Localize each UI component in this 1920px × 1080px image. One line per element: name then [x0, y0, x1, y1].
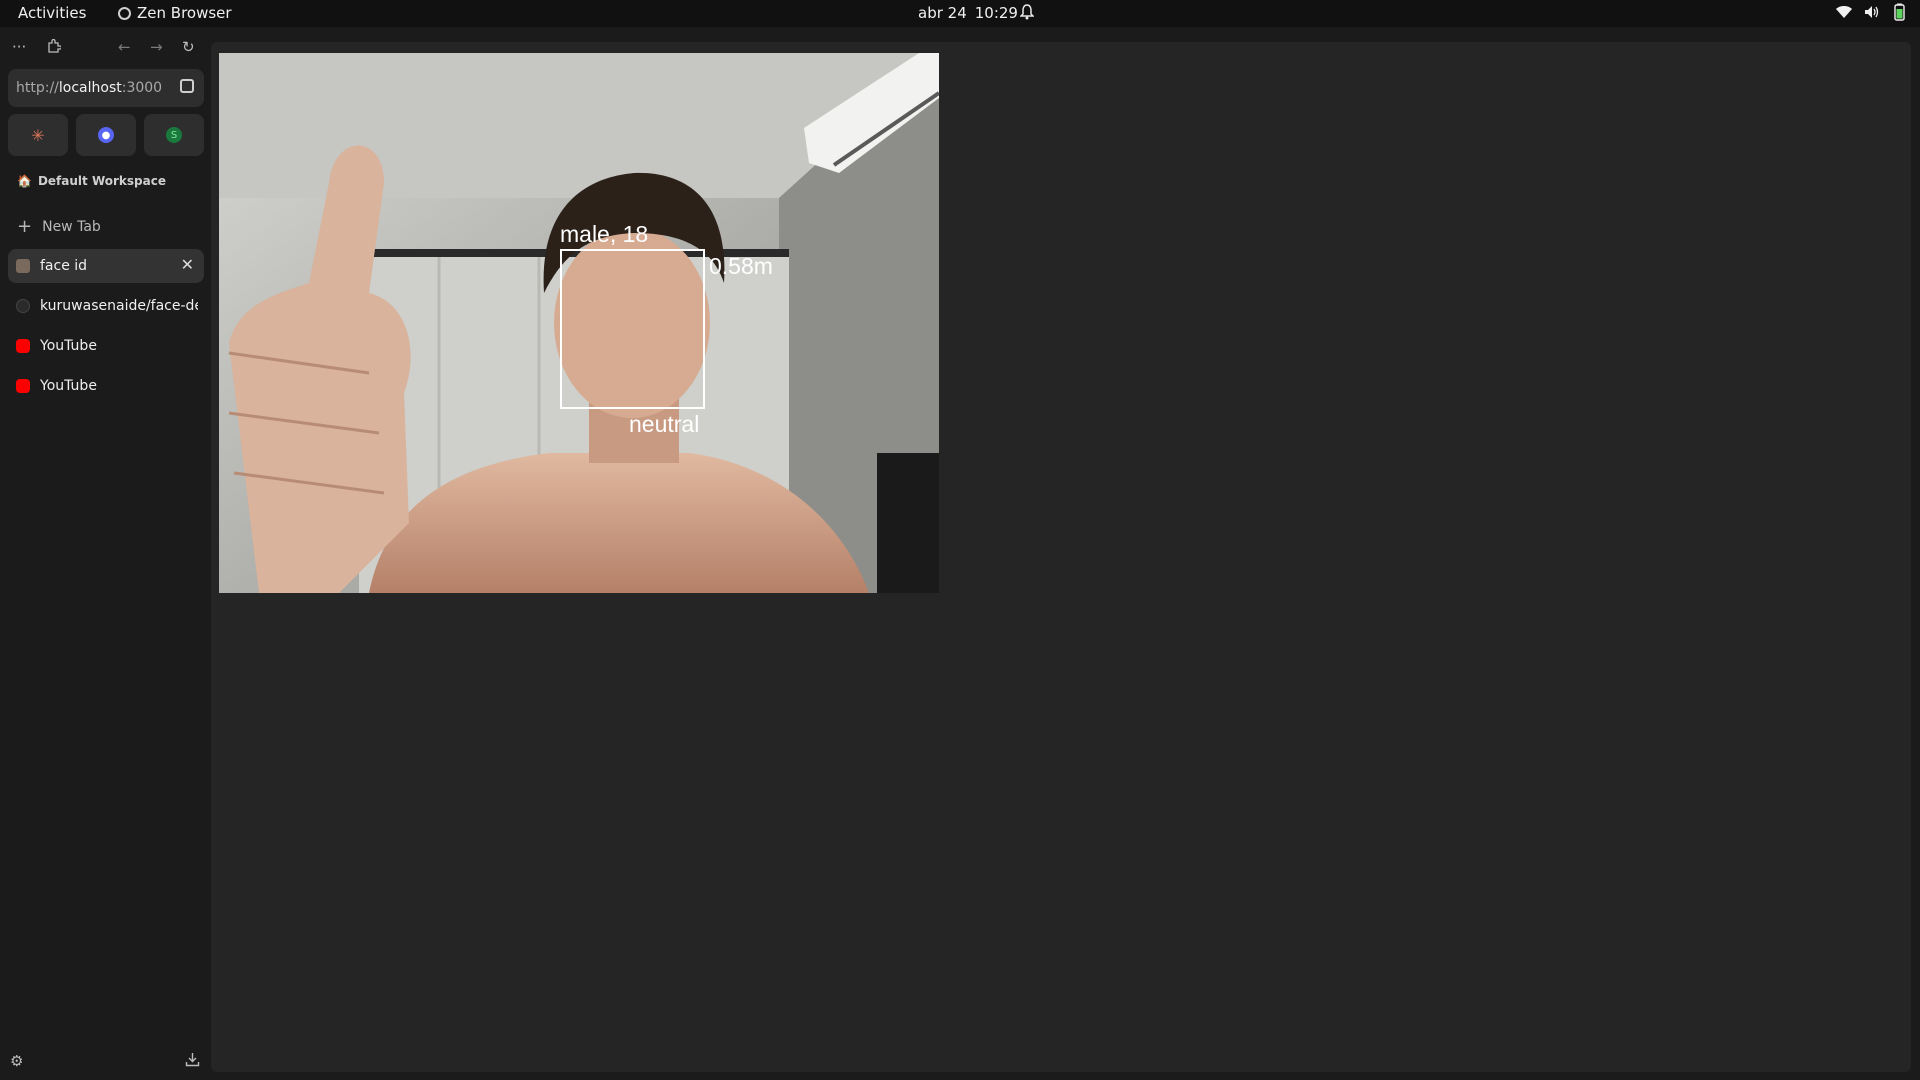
forward-arrow-icon[interactable]: → [150, 38, 163, 56]
tab-youtube-1[interactable]: YouTube [8, 329, 204, 363]
youtube-icon [16, 339, 30, 353]
more-icon[interactable]: ··· [12, 38, 26, 56]
settings-gear-icon[interactable]: ⚙ [10, 1052, 23, 1070]
wifi-icon [1836, 5, 1852, 23]
workspace-name: Default Workspace [37, 174, 166, 188]
tab-label: face id [40, 258, 88, 274]
time-label: 10:29 [974, 4, 1018, 22]
essential-claude[interactable]: ✳ [8, 114, 68, 156]
essential-spotify[interactable]: S [144, 114, 204, 156]
app-name: Zen Browser [137, 4, 232, 22]
tab-label: YouTube [40, 338, 97, 354]
reader-mode-icon[interactable] [180, 79, 194, 93]
downloads-icon[interactable] [185, 1052, 200, 1071]
system-top-bar: Activities Zen Browser abr 24 10:29 [0, 0, 1920, 27]
webcam-video-feed: male, 18 0.58m neutral [219, 53, 939, 593]
url-bar[interactable]: http://localhost:3000 [8, 69, 204, 107]
close-tab-icon[interactable]: ✕ [181, 255, 194, 274]
url-port: :3000 [121, 80, 163, 96]
essentials-bar: ✳ ● S [8, 114, 204, 156]
bell-icon[interactable] [1019, 4, 1035, 24]
discord-icon: ● [98, 127, 114, 143]
github-icon [16, 299, 30, 313]
gender-age-label: male, 18 [560, 221, 649, 247]
battery-icon [1892, 3, 1906, 25]
claude-icon: ✳ [31, 125, 45, 145]
face-bounding-box [560, 249, 705, 409]
essential-discord[interactable]: ● [76, 114, 136, 156]
nav-toolbar: ··· ← → ↻ [12, 38, 202, 62]
youtube-icon [16, 379, 30, 393]
tab-youtube-2[interactable]: YouTube [8, 369, 204, 403]
spotify-icon: S [166, 127, 182, 143]
browser-sidebar: ··· ← → ↻ http://localhost:3000 ✳ ● S 🏠 … [0, 27, 211, 1080]
new-tab-label: New Tab [42, 218, 101, 235]
web-content: male, 18 0.58m neutral [211, 42, 1911, 1072]
house-icon: 🏠 [17, 174, 32, 188]
extensions-icon[interactable] [46, 38, 63, 58]
distance-label: 0.58m [709, 253, 773, 279]
tab-label: YouTube [40, 378, 97, 394]
app-menu[interactable]: Zen Browser [118, 4, 232, 22]
activities-button[interactable]: Activities [18, 4, 86, 22]
url-scheme: http:// [16, 80, 59, 96]
back-arrow-icon[interactable]: ← [118, 38, 131, 56]
tab-github[interactable]: kuruwasenaide/face-de [8, 289, 204, 323]
volume-icon [1864, 5, 1880, 23]
system-tray[interactable] [1836, 3, 1906, 25]
page-favicon [16, 259, 30, 273]
zen-browser-icon [118, 6, 131, 20]
new-tab-button[interactable]: + New Tab [17, 216, 101, 237]
tab-face-id[interactable]: face id ✕ [8, 249, 204, 283]
tab-label: kuruwasenaide/face-de [40, 298, 198, 314]
emotion-label: neutral [629, 411, 700, 437]
clock[interactable]: abr 24 10:29 [918, 4, 1018, 22]
date-label: abr 24 [918, 4, 967, 22]
reload-icon[interactable]: ↻ [182, 38, 195, 56]
url-host: localhost [58, 80, 122, 96]
workspace-selector[interactable]: 🏠 Default Workspace [17, 174, 166, 188]
sidebar-footer: ⚙ [10, 1052, 200, 1072]
plus-icon: + [17, 216, 33, 237]
